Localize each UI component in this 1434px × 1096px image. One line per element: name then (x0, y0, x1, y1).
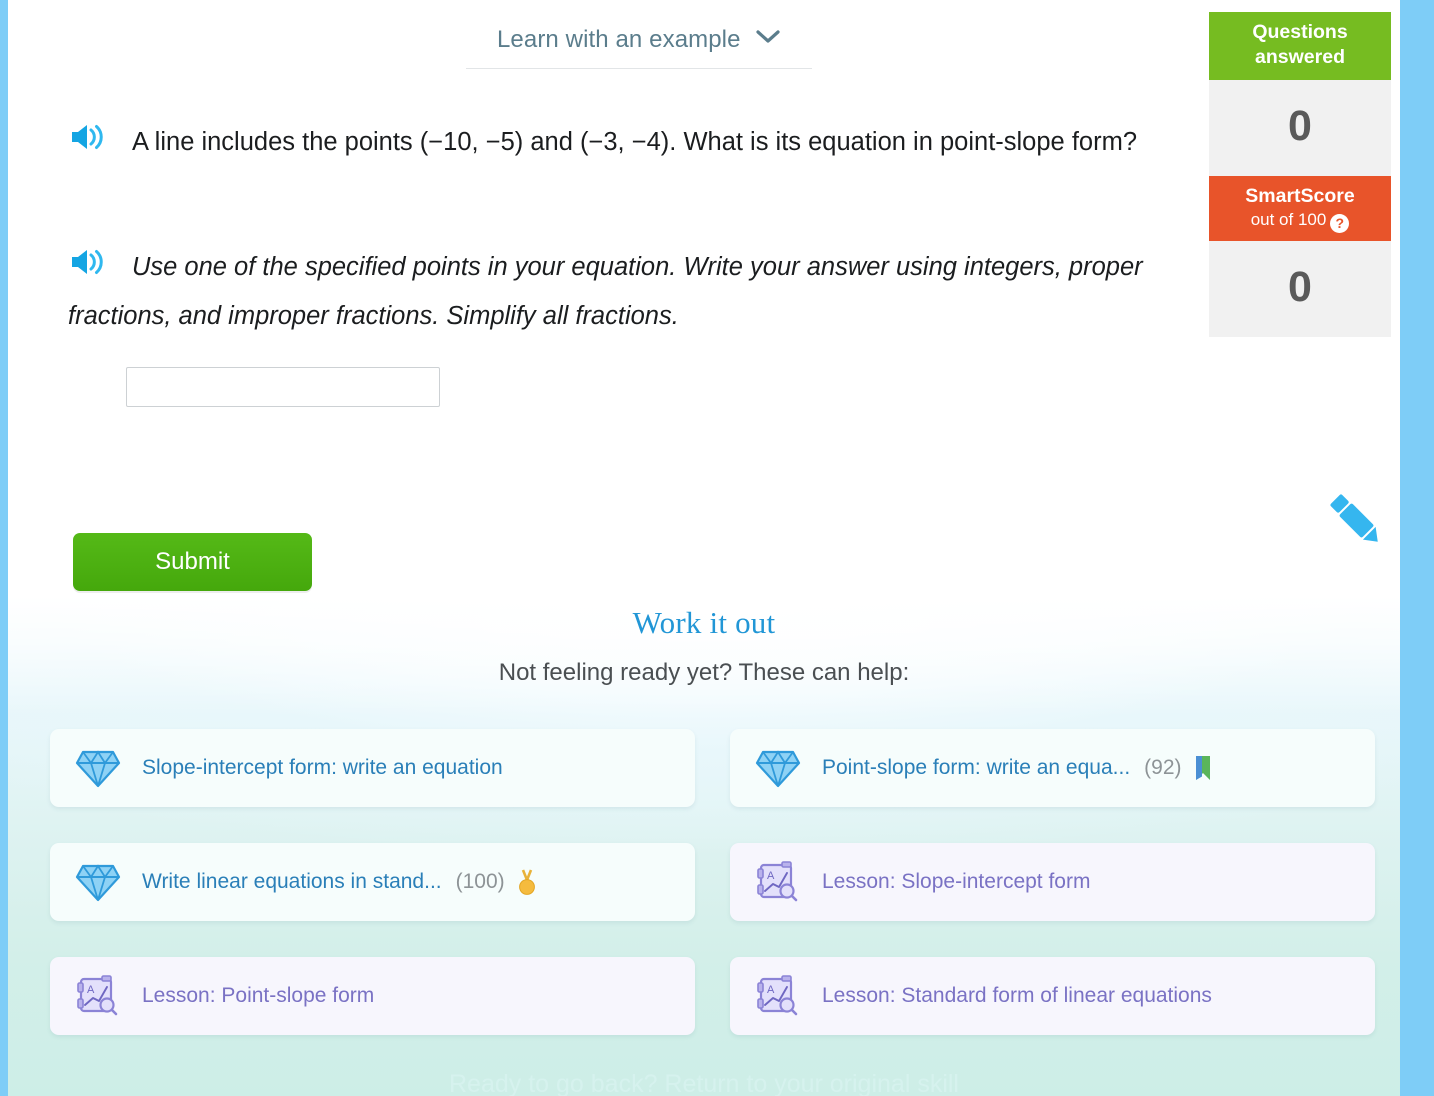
questions-answered-header: Questions answered (1209, 12, 1391, 80)
work-it-out-subtitle: Not feeling ready yet? These can help: (498, 659, 910, 686)
smartscore-header: SmartScore out of 100? (1209, 176, 1391, 241)
smartscore-subtitle: out of 100 (1250, 210, 1327, 229)
directions-block: Use one of the specified points in your … (68, 243, 1203, 341)
recommendation-score: (92) (1144, 756, 1182, 779)
lesson-icon: A (752, 973, 804, 1019)
questions-answered-title-line2: answered (1255, 46, 1345, 68)
recommendation-card[interactable]: Write linear equations in stand... (100) (50, 843, 695, 921)
lesson-icon: A (72, 973, 124, 1019)
smartscore-value: 0 (1209, 241, 1391, 337)
answer-input[interactable] (126, 367, 440, 407)
recommendation-card[interactable]: Point-slope form: write an equa... (92) (730, 729, 1375, 807)
questions-answered-title-line1: Questions (1252, 21, 1348, 43)
question-text-value: A line includes the points (−10, −5) and… (132, 128, 1137, 156)
submit-button[interactable]: Submit (73, 533, 312, 591)
directions-text-value: Use one of the specified points in your … (68, 253, 1143, 330)
recommendation-card[interactable]: A Lesson: Point-slope form (50, 957, 695, 1035)
recommendation-card[interactable]: A Lesson: Slope-intercept form (730, 843, 1375, 921)
svg-text:A: A (87, 984, 95, 996)
diamond-icon (72, 859, 124, 905)
return-to-original-skill-link[interactable]: Ready to go back? Return to your origina… (8, 1070, 1400, 1096)
score-panel: Questions answered 0 SmartScore out of 1… (1209, 12, 1391, 337)
recommendations-grid: Slope-intercept form: write an equation … (50, 729, 1375, 1035)
recommendation-card[interactable]: A Lesson: Standard form of linear equati… (730, 957, 1375, 1035)
questions-answered-value: 0 (1209, 80, 1391, 176)
bookmark-ribbon-icon (1194, 755, 1212, 781)
question-text: A line includes the points (−10, −5) and… (68, 118, 1198, 167)
question-mark-icon[interactable]: ? (1330, 214, 1350, 233)
svg-text:A: A (767, 870, 775, 882)
question-block: A line includes the points (−10, −5) and… (68, 118, 1198, 167)
recommendation-score: (100) (455, 870, 505, 893)
pencil-icon[interactable] (1314, 482, 1392, 552)
svg-text:A: A (767, 984, 775, 996)
lesson-icon: A (752, 859, 804, 905)
chevron-down-icon (755, 29, 781, 50)
recommendation-label: Lesson: Slope-intercept form (822, 870, 1091, 893)
smartscore-subtitle-row: out of 100? (1213, 209, 1387, 233)
recommendation-label: Lesson: Point-slope form (142, 984, 375, 1007)
recommendation-label: Lesson: Standard form of linear equation… (822, 984, 1212, 1007)
learn-with-example-toggle[interactable]: Learn with an example (466, 26, 812, 69)
recommendation-label: Point-slope form: write an equa... (822, 756, 1131, 779)
diamond-icon (72, 745, 124, 791)
recommendation-label: Slope-intercept form: write an equation (142, 756, 503, 779)
speaker-icon[interactable] (68, 121, 108, 153)
recommendation-label: Write linear equations in stand... (142, 870, 442, 893)
gold-medal-icon (517, 868, 537, 896)
recommendation-card[interactable]: Slope-intercept form: write an equation (50, 729, 695, 807)
smartscore-title: SmartScore (1245, 185, 1355, 207)
diamond-icon (752, 745, 804, 791)
practice-page: Learn with an example A line includes th… (8, 0, 1400, 1096)
directions-text: Use one of the specified points in your … (68, 243, 1203, 341)
work-it-out-title: Work it out (632, 605, 776, 640)
learn-with-example-label: Learn with an example (496, 26, 741, 53)
speaker-icon[interactable] (68, 246, 108, 278)
